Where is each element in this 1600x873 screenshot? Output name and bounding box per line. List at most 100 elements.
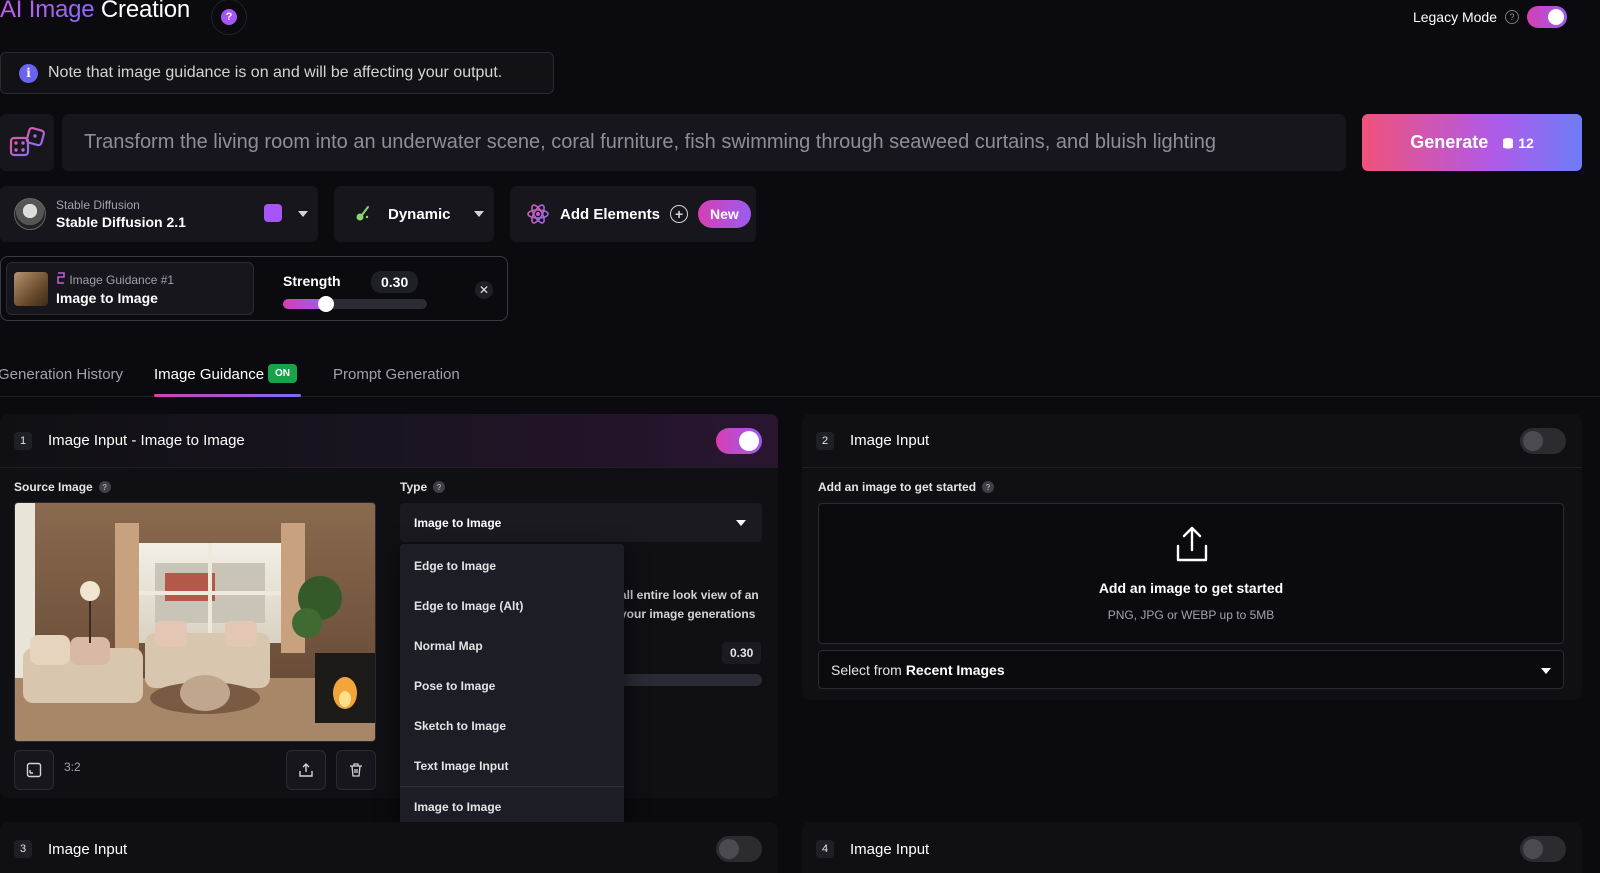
strength-slider[interactable] [283,299,427,309]
upload-button[interactable] [286,750,326,790]
type-option-edge-to-image-alt[interactable]: Edge to Image (Alt) [414,599,523,613]
upload-icon [1176,526,1208,562]
image-guidance-chip: Image Guidance #1 Image to Image Strengt… [0,256,508,321]
panel-title: Image Input [850,840,930,858]
panel-number: 1 [14,431,32,450]
page-title: AI Image Creation [0,0,190,24]
recent-images-select[interactable]: Select from Recent Images [818,650,1564,689]
panel-2-toggle[interactable] [1520,428,1566,454]
model-name: Stable Diffusion 2.1 [56,214,186,230]
plus-icon: + [670,205,689,223]
image-drop-zone[interactable]: Add an image to get started PNG, JPG or … [818,503,1564,644]
panel-1-toggle[interactable] [716,428,762,454]
link-icon [57,271,65,284]
legacy-mode-control: Legacy Mode ? [1413,6,1567,28]
help-icon: ? [221,9,237,25]
tab-prompt-generation[interactable]: Prompt Generation [333,366,460,383]
coins-icon [1503,137,1514,149]
recent-images-prefix: Select from [831,661,902,678]
aspect-ratio-button[interactable] [14,750,54,790]
living-room-photo [15,503,375,741]
guidance-source-card[interactable]: Image Guidance #1 Image to Image [6,262,254,315]
trash-icon [350,763,362,777]
help-icon[interactable]: ? [98,481,111,493]
generate-button[interactable]: Generate 12 [1362,114,1582,171]
generate-cost: 12 [1502,135,1534,151]
status-badge: ON [268,364,297,383]
tab-generation-history[interactable]: Generation History [0,366,123,383]
type-label: Type ? [400,480,446,494]
add-image-label: Add an image to get started ? [818,480,995,494]
panel-3-toggle[interactable] [716,836,762,862]
model-subtitle: Stable Diffusion [56,198,140,212]
chevron-down-icon [474,211,484,217]
prompt-input[interactable]: Transform the living room into an underw… [62,114,1346,171]
info-icon: i [19,63,38,83]
drop-zone-hint: PNG, JPG or WEBP up to 5MB [1107,608,1275,622]
type-description: all entire look view of an your image ge… [620,588,759,621]
type-dropdown-menu: Edge to Image Edge to Image (Alt) Normal… [400,544,624,826]
source-image-label: Source Image ? [14,480,111,494]
chevron-down-icon [736,520,746,526]
upload-icon [299,763,313,777]
strength-slider-handle[interactable] [318,296,334,312]
atom-icon [527,204,549,224]
style-label: Dynamic [388,205,451,223]
help-button[interactable]: ? [211,0,247,35]
type-option-edge-to-image[interactable]: Edge to Image [414,559,496,573]
page-title-main: Creation [100,0,191,23]
type-option-image-to-image[interactable]: Image to Image [414,800,501,814]
aspect-ratio-value: 3:2 [64,760,81,774]
close-icon[interactable]: ✕ [475,281,493,299]
image-guidance-note: i Note that image guidance is on and wil… [0,52,554,94]
note-text: Note that image guidance is on and will … [48,64,503,81]
guidance-tabs: Generation History Image Guidance ON Pro… [0,364,1600,397]
crop-icon [26,762,42,778]
help-icon[interactable]: ? [433,481,446,493]
model-selector[interactable]: Stable Diffusion Stable Diffusion 2.1 [0,186,318,242]
type-option-normal-map[interactable]: Normal Map [414,639,483,653]
legacy-mode-toggle[interactable] [1527,6,1567,28]
type-select[interactable]: Image to Image [400,503,762,542]
panel-number: 4 [816,840,834,858]
style-selector[interactable]: Dynamic [334,186,494,242]
type-option-sketch-to-image[interactable]: Sketch to Image [414,719,506,733]
strength-value: 0.30 [371,271,419,293]
panel-title: Image Input [48,840,128,858]
help-icon[interactable]: ? [982,481,995,493]
brush-icon [356,206,369,221]
model-avatar [14,198,46,230]
guidance-subtitle: Image Guidance #1 [56,271,174,287]
panel-4-toggle[interactable] [1520,836,1566,862]
image-input-panel-3: 3 Image Input [0,822,778,873]
model-settings-icon[interactable] [264,204,282,222]
new-badge: New [698,200,751,228]
random-prompt-button[interactable] [0,114,54,171]
source-image [14,502,376,742]
add-elements-label: Add Elements [560,205,661,223]
guidance-name: Image to Image [56,289,158,306]
tab-image-guidance[interactable]: Image Guidance [154,366,264,383]
dropdown-divider [400,786,624,787]
panel-number: 2 [816,431,834,450]
dice-icon [9,126,45,156]
page-title-accent: AI Image [0,0,95,23]
image-input-panel-4: 4 Image Input [802,822,1582,873]
guidance-thumbnail [14,271,48,306]
recent-images-label: Recent Images [905,661,1005,678]
generate-cost-value: 12 [1518,134,1534,151]
active-tab-indicator [154,394,301,397]
panel-title: Image Input - Image to Image [48,432,245,449]
chevron-down-icon [298,211,308,217]
panel-number: 3 [14,840,32,858]
chevron-down-icon [1541,668,1551,674]
delete-button[interactable] [336,750,376,790]
type-select-value: Image to Image [414,515,502,530]
legacy-help-icon[interactable]: ? [1505,10,1519,24]
add-elements-button[interactable]: Add Elements + New [510,186,756,242]
strength-label: Strength [283,273,341,289]
type-option-pose-to-image[interactable]: Pose to Image [414,679,495,693]
legacy-mode-label: Legacy Mode [1412,9,1497,25]
panel-strength-slider[interactable] [620,674,762,686]
type-option-text-image-input[interactable]: Text Image Input [414,759,508,773]
